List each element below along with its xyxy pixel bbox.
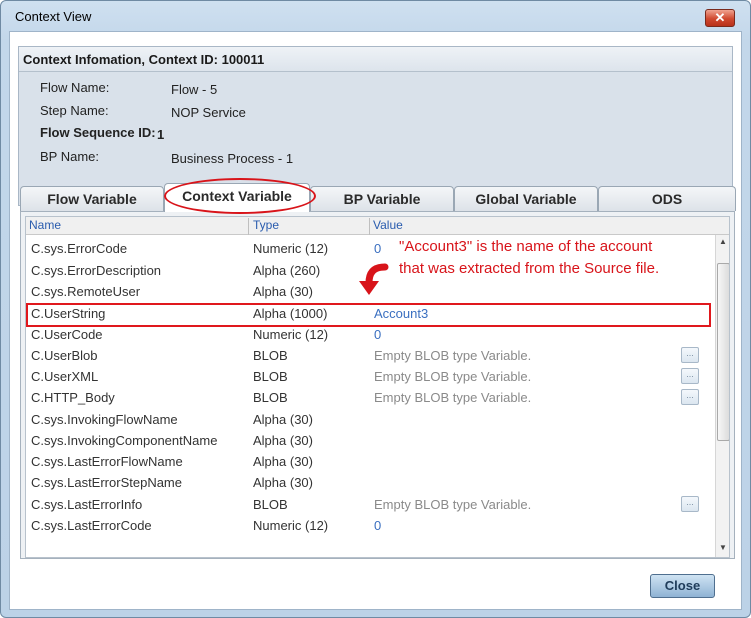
cell-name: C.sys.LastErrorStepName: [31, 475, 182, 490]
column-separator[interactable]: [248, 218, 249, 235]
dialog-footer: Close: [10, 570, 741, 609]
blob-edit-button[interactable]: ...: [681, 347, 699, 363]
cell-name: C.sys.InvokingFlowName: [31, 412, 178, 427]
column-header-value[interactable]: Value: [373, 218, 403, 232]
info-value: Business Process - 1: [171, 151, 294, 166]
table-row[interactable]: C.sys.LastErrorInfo BLOB Empty BLOB type…: [26, 494, 714, 515]
dialog-body: Context Infomation, Context ID: 100011 F…: [9, 31, 742, 610]
cell-type: Alpha (1000): [253, 306, 328, 321]
cell-name: C.UserCode: [31, 327, 103, 342]
close-button[interactable]: Close: [650, 574, 715, 598]
info-label: BP Name:: [40, 149, 100, 164]
annotation-line-1: "Account3" is the name of the account: [399, 238, 653, 255]
tab-context-variable[interactable]: Context Variable: [164, 183, 310, 212]
cell-name: C.sys.LastErrorCode: [31, 518, 152, 533]
table-row[interactable]: C.UserCode Numeric (12) 0: [26, 324, 714, 345]
cell-name: C.HTTP_Body: [31, 390, 115, 405]
variables-panel: Name Type Value C.sys.ErrorCode Numeric …: [20, 211, 735, 559]
cell-name: C.UserString: [31, 306, 106, 321]
cell-value: Empty BLOB type Variable.: [374, 390, 532, 405]
cell-value: Empty BLOB type Variable.: [374, 497, 532, 512]
cell-name: C.sys.RemoteUser: [31, 284, 141, 299]
cell-value: 0: [374, 241, 382, 256]
cell-type: Numeric (12): [253, 518, 329, 533]
grid-scrollbar[interactable]: ▲ ▼: [715, 235, 729, 557]
cell-value: 0: [374, 518, 382, 533]
table-row[interactable]: C.sys.LastErrorFlowName Alpha (30): [26, 451, 714, 472]
cell-name: C.sys.LastErrorInfo: [31, 497, 143, 512]
tab-bp-variable[interactable]: BP Variable: [310, 186, 454, 211]
cell-type: Alpha (260): [253, 263, 321, 278]
blob-edit-button[interactable]: ...: [681, 389, 699, 405]
tab-flow-variable[interactable]: Flow Variable: [20, 186, 164, 211]
cell-type: Alpha (30): [253, 412, 313, 427]
cell-type: BLOB: [253, 348, 288, 363]
blob-edit-button[interactable]: ...: [681, 496, 699, 512]
variables-grid: Name Type Value C.sys.ErrorCode Numeric …: [25, 216, 730, 558]
cell-type: Alpha (30): [253, 433, 313, 448]
table-row[interactable]: C.sys.InvokingFlowName Alpha (30): [26, 409, 714, 430]
blob-edit-button[interactable]: ...: [681, 368, 699, 384]
column-header-name[interactable]: Name: [29, 218, 61, 232]
info-label: Flow Sequence ID:: [40, 125, 156, 140]
cell-type: Alpha (30): [253, 284, 313, 299]
info-value: NOP Service: [171, 105, 246, 120]
scroll-down-arrow-icon[interactable]: ▼: [716, 541, 729, 555]
cell-type: Alpha (30): [253, 475, 313, 490]
grid-header: Name Type Value: [26, 217, 729, 235]
window-title: Context View: [15, 9, 92, 24]
cell-name: C.sys.ErrorDescription: [31, 263, 162, 278]
info-value: Flow - 5: [171, 82, 218, 97]
context-info-header: Context Infomation, Context ID: 100011: [19, 47, 732, 72]
cell-value: Empty BLOB type Variable.: [374, 369, 532, 384]
scroll-up-arrow-icon[interactable]: ▲: [716, 235, 729, 249]
info-label: Flow Name:: [40, 80, 110, 95]
annotation-line-2: that was extracted from the Source file.: [399, 260, 660, 277]
info-value: 1: [157, 127, 165, 142]
cell-type: BLOB: [253, 390, 288, 405]
cell-value: Empty BLOB type Variable.: [374, 348, 532, 363]
variable-tabs: Flow Variable Context Variable BP Variab…: [18, 182, 736, 212]
cell-name: C.sys.ErrorCode: [31, 241, 128, 256]
table-row[interactable]: C.sys.LastErrorCode Numeric (12) 0: [26, 515, 714, 536]
table-row[interactable]: C.UserString Alpha (1000) Account3: [26, 303, 714, 324]
cell-type: Alpha (30): [253, 454, 313, 469]
cell-type: Numeric (12): [253, 327, 329, 342]
window-close-button[interactable]: ✕: [705, 9, 735, 27]
info-label: Step Name:: [40, 103, 109, 118]
cell-value: 0: [374, 327, 382, 342]
column-header-type[interactable]: Type: [253, 218, 279, 232]
cell-name: C.UserBlob: [31, 348, 98, 363]
cell-type: BLOB: [253, 369, 288, 384]
scrollbar-thumb[interactable]: [717, 263, 729, 441]
tab-global-variable[interactable]: Global Variable: [454, 186, 598, 211]
table-row[interactable]: C.UserBlob BLOB Empty BLOB type Variable…: [26, 345, 714, 366]
tab-ods[interactable]: ODS: [598, 186, 736, 211]
title-bar: Context View ✕: [1, 1, 750, 31]
table-row[interactable]: C.sys.InvokingComponentName Alpha (30): [26, 430, 714, 451]
context-info-title: Context Infomation, Context ID: 100011: [23, 52, 265, 67]
cell-value: Account3: [374, 306, 429, 321]
cell-type: BLOB: [253, 497, 288, 512]
cell-name: C.sys.LastErrorFlowName: [31, 454, 183, 469]
table-row[interactable]: C.UserXML BLOB Empty BLOB type Variable.…: [26, 366, 714, 387]
column-separator[interactable]: [369, 218, 370, 235]
curved-arrow-icon: [359, 263, 389, 295]
cell-name: C.sys.InvokingComponentName: [31, 433, 218, 448]
cell-type: Numeric (12): [253, 241, 329, 256]
context-view-window: Context View ✕ Context Infomation, Conte…: [0, 0, 751, 618]
table-row[interactable]: C.sys.LastErrorStepName Alpha (30): [26, 472, 714, 493]
table-row[interactable]: C.HTTP_Body BLOB Empty BLOB type Variabl…: [26, 387, 714, 408]
cell-name: C.UserXML: [31, 369, 99, 384]
